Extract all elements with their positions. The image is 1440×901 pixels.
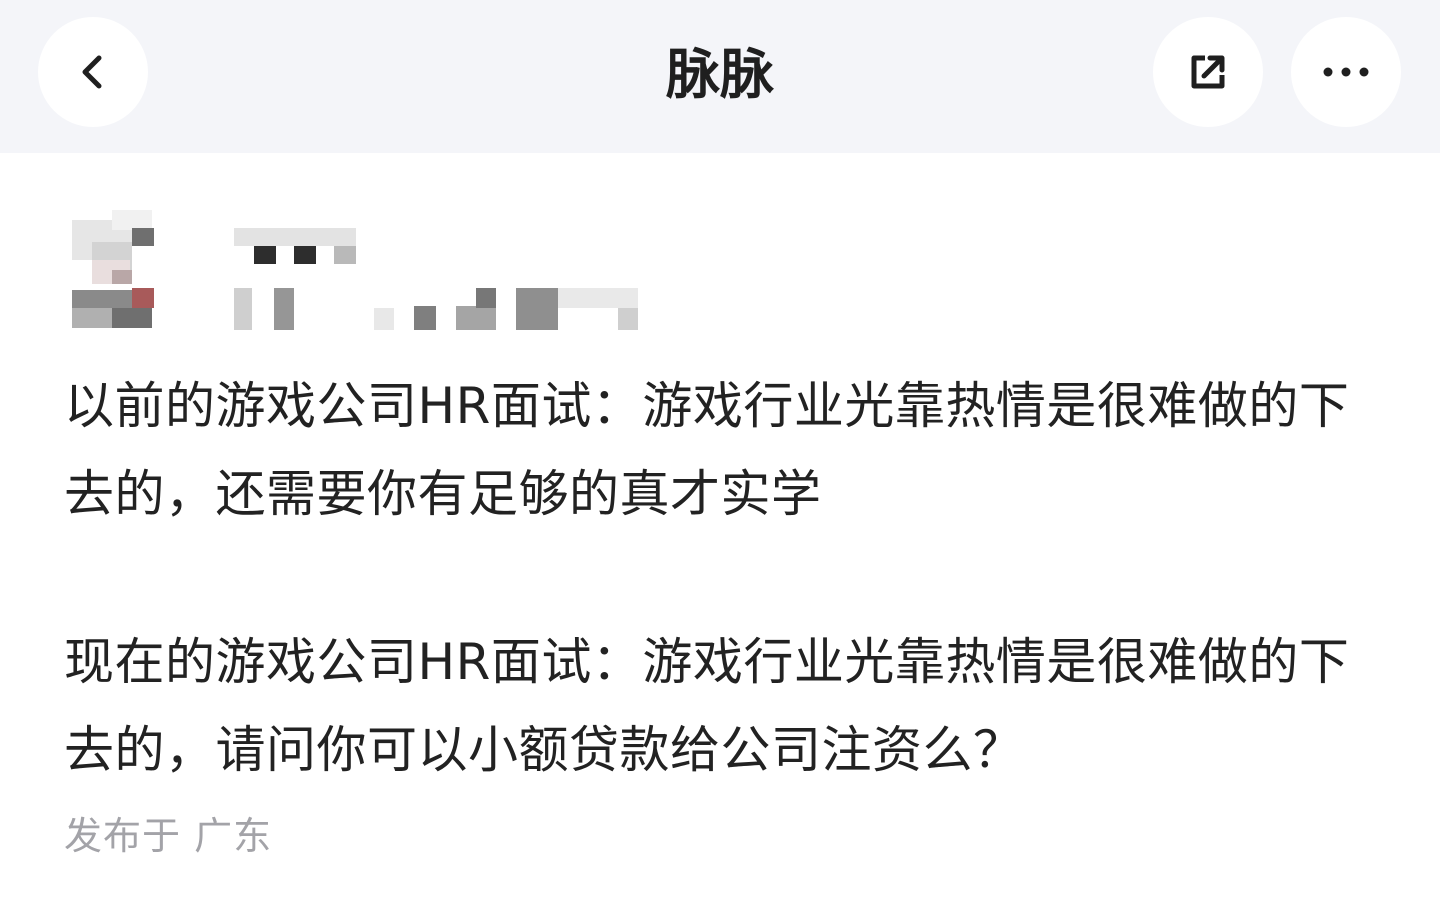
post-location: 发布于 广东	[64, 814, 273, 858]
post-body: 以前的游戏公司HR面试：游戏行业光靠热情是很难做的下去的，还需要你有足够的真才实…	[64, 362, 1384, 794]
back-button[interactable]	[38, 17, 148, 127]
author-row[interactable]	[64, 200, 664, 335]
page-title: 脉脉	[666, 43, 774, 106]
more-button[interactable]	[1291, 17, 1401, 127]
post-paragraph: 以前的游戏公司HR面试：游戏行业光靠热情是很难做的下去的，还需要你有足够的真才实…	[64, 377, 1350, 523]
author-meta	[234, 288, 644, 333]
share-external-icon	[1191, 55, 1225, 89]
author-name[interactable]	[234, 228, 364, 273]
post-paragraph: 现在的游戏公司HR面试：游戏行业光靠热情是很难做的下去的，请问你可以小额贷款给公…	[64, 633, 1350, 779]
chevron-left-icon	[82, 55, 102, 89]
share-button[interactable]	[1153, 17, 1263, 127]
more-dots-icon	[1323, 67, 1369, 77]
avatar[interactable]	[64, 200, 189, 330]
top-nav-bar: 脉脉	[0, 0, 1440, 153]
